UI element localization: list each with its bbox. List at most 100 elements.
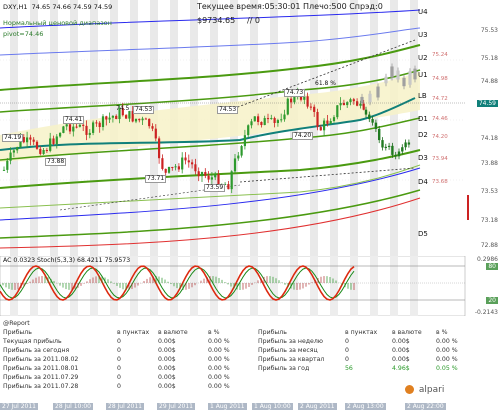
report-row-money: 0.00$ (158, 365, 176, 372)
candle-body (68, 124, 72, 132)
candle-body (404, 142, 407, 148)
report-row-money: 0.00$ (158, 347, 176, 354)
candle-body (270, 118, 273, 120)
session-stripe (90, 256, 98, 316)
swing-label: 73.71 (145, 175, 167, 183)
forecast-candle (390, 66, 394, 78)
candle-body (26, 137, 29, 143)
swing-label: 74.19 (2, 134, 24, 142)
normal-range-label: Нормальный ценовой диапазон (3, 19, 112, 27)
report-row-pct: 0.00 % (436, 356, 458, 363)
report-row-points: 0 (345, 347, 349, 354)
report-row-money: 0.00$ (158, 338, 176, 345)
forecast-candle (402, 77, 406, 87)
candle-body (230, 171, 233, 190)
candle-body (72, 126, 75, 132)
candle-body (362, 103, 365, 110)
price-axis: 75.53 75.18 74.88 74.59 74.18 73.88 73.5… (476, 27, 498, 249)
report-row-pct: 0.05 % (436, 365, 458, 372)
report-row-pct: 0.00 % (208, 347, 230, 354)
report-row-pct: 0.00 % (208, 338, 230, 345)
level-u4: U4 (418, 8, 428, 16)
candle-body (214, 174, 217, 178)
session-stripe (10, 0, 18, 256)
session-stripe (190, 256, 198, 316)
candle-body (16, 147, 19, 151)
candle-body (286, 98, 289, 115)
level-d2: D2 (418, 131, 428, 139)
report-row-pct: 0.00 % (208, 374, 230, 381)
candle-body (316, 111, 319, 128)
report-row-points: 0 (345, 338, 349, 345)
candle-body (356, 101, 359, 106)
swing-label: 73.88 (45, 158, 67, 166)
report-row-label: Прибыль за сегодня (3, 347, 70, 354)
forecast-candle (413, 68, 417, 80)
swing-label: 73.59 (204, 184, 226, 192)
swing-label: 74.53 (217, 106, 239, 114)
level-u2: U2 (418, 54, 428, 62)
candle-body (401, 147, 404, 152)
balance-separator: // 0 (247, 16, 261, 25)
session-stripe (390, 256, 398, 316)
candle-body (82, 124, 85, 126)
candle-body (2, 169, 6, 171)
candle-body (227, 184, 230, 190)
logo-text: alpari (418, 385, 445, 395)
time-tick: 2 Aug 2011 (298, 403, 337, 410)
report-col-points: в пунктах (345, 329, 378, 336)
candle-body (151, 126, 154, 129)
forecast-candle (396, 70, 400, 80)
balance: $9734.65 (197, 16, 236, 25)
indicator-panel[interactable] (0, 256, 500, 316)
candle-body (394, 154, 397, 157)
candle-body (141, 118, 144, 121)
candle-body (283, 114, 286, 120)
candle-body (62, 126, 65, 133)
candle-body (134, 118, 138, 122)
session-stripe (330, 256, 338, 316)
vertical-marker (467, 195, 469, 220)
report-row-label: Прибыль за квартал (258, 356, 325, 363)
time-tick: 1 Aug 2011 (208, 403, 247, 410)
candle-body (313, 106, 316, 112)
candle-body (108, 117, 111, 120)
session-stripe (350, 0, 358, 256)
time-tick: 2 Aug 22:00 (405, 403, 446, 410)
time-tick: 2 Aug 13:00 (345, 403, 386, 410)
symbol-label: DXY,H1 (3, 3, 28, 11)
level-d4: D4 (418, 178, 428, 186)
candle-body (171, 166, 174, 168)
report-row-money: 0.00$ (158, 374, 176, 381)
candle-body (250, 121, 253, 126)
candle-body (148, 118, 151, 127)
candle-body (42, 150, 45, 154)
candle-body (158, 138, 161, 159)
candle-body (174, 166, 177, 168)
report-row-points: 0 (117, 374, 121, 381)
inner-price: 74.20 (432, 134, 448, 140)
report-row-money: 0.00$ (392, 338, 410, 345)
forecast-candle (360, 96, 364, 104)
candle-body (240, 146, 243, 156)
report-row-money: 0.00$ (158, 383, 176, 390)
candle-body (371, 119, 374, 123)
time-tick: 27 Jul 2011 (0, 403, 38, 410)
candle-body (263, 118, 266, 126)
candle-body (181, 157, 184, 170)
candle-body (161, 158, 164, 169)
report-col-money: в валюте (158, 329, 188, 336)
candle-body (177, 166, 180, 170)
candle-body (75, 126, 78, 128)
candle-body (29, 137, 32, 140)
time-tick: 28 Jul 2011 (106, 403, 144, 410)
report-col-profit: Прибыль (258, 329, 287, 336)
candle-body (98, 122, 101, 128)
candle-body (204, 172, 207, 176)
report-row-money: 0.00$ (392, 347, 410, 354)
report-row-label: Прибыль за год (258, 365, 310, 372)
candle-body (273, 118, 276, 124)
level-d1: D1 (418, 115, 428, 123)
forecast-candle (408, 71, 412, 85)
candle-body (339, 102, 342, 106)
